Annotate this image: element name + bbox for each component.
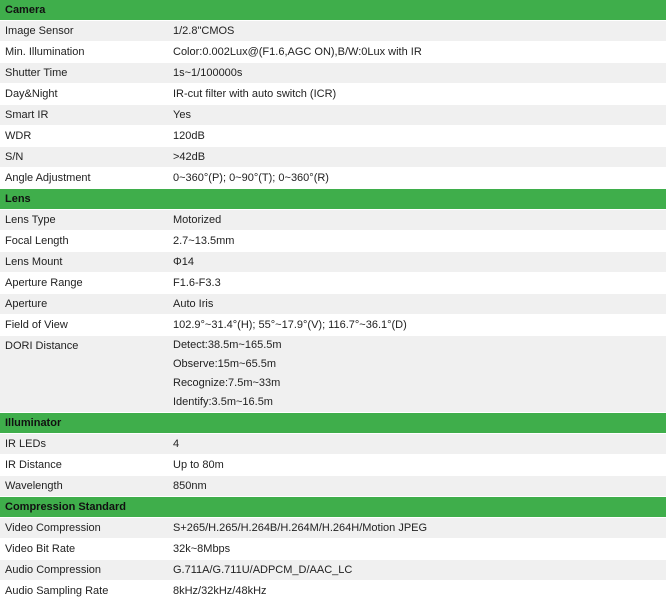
spec-label: S/N (0, 146, 168, 168)
spec-value: 1s~1/100000s (168, 62, 666, 84)
spec-label: Video Compression (0, 517, 168, 539)
spec-label: Lens Mount (0, 251, 168, 273)
spec-row: Smart IR Yes (0, 104, 666, 126)
spec-value: 8kHz/32kHz/48kHz (168, 580, 666, 602)
section-title: Lens (0, 188, 666, 210)
spec-row: Focal Length 2.7~13.5mm (0, 230, 666, 252)
spec-row: Video Bit Rate 32k~8Mbps (0, 538, 666, 560)
spec-row: Image Sensor 1/2.8"CMOS (0, 20, 666, 42)
spec-label: Focal Length (0, 230, 168, 252)
spec-value: Up to 80m (168, 454, 666, 476)
spec-row: Day&Night IR-cut filter with auto switch … (0, 83, 666, 105)
spec-value: 120dB (168, 125, 666, 147)
spec-row: Lens Type Motorized (0, 209, 666, 231)
spec-value: Color:0.002Lux@(F1.6,AGC ON),B/W:0Lux wi… (168, 41, 666, 63)
spec-row: WDR 120dB (0, 125, 666, 147)
spec-value-line: Observe:15m~65.5m (173, 358, 277, 370)
spec-value: Motorized (168, 209, 666, 231)
spec-label: IR LEDs (0, 433, 168, 455)
spec-value: Φ14 (168, 251, 666, 273)
spec-value: 2.7~13.5mm (168, 230, 666, 252)
section-header-compression-standard: Compression Standard (0, 496, 666, 518)
section-header-lens: Lens (0, 188, 666, 210)
spec-value: 850nm (168, 475, 666, 497)
spec-row: Aperture Auto Iris (0, 293, 666, 315)
spec-row: Video Compression S+265/H.265/H.264B/H.26… (0, 517, 666, 539)
spec-row: IR LEDs 4 (0, 433, 666, 455)
spec-value-line: Detect:38.5m~165.5m (173, 339, 282, 351)
spec-value: F1.6-F3.3 (168, 272, 666, 294)
spec-label: IR Distance (0, 454, 168, 476)
spec-label: Angle Adjustment (0, 167, 168, 189)
spec-value: S+265/H.265/H.264B/H.264M/H.264H/Motion … (168, 517, 666, 539)
spec-label: Shutter Time (0, 62, 168, 84)
spec-value: 32k~8Mbps (168, 538, 666, 560)
spec-label: WDR (0, 125, 168, 147)
spec-row: S/N >42dB (0, 146, 666, 168)
spec-label: Field of View (0, 314, 168, 336)
spec-value-line: Recognize:7.5m~33m (173, 377, 281, 389)
spec-value: 0~360°(P); 0~90°(T); 0~360°(R) (168, 167, 666, 189)
spec-value: 102.9°~31.4°(H); 55°~17.9°(V); 116.7°~36… (168, 314, 666, 336)
spec-label: Smart IR (0, 104, 168, 126)
spec-label: Aperture Range (0, 272, 168, 294)
spec-label: Image Sensor (0, 20, 168, 42)
spec-row: IR Distance Up to 80m (0, 454, 666, 476)
spec-label: Audio Compression (0, 559, 168, 581)
spec-label: Video Bit Rate (0, 538, 168, 560)
spec-table: Camera Image Sensor 1/2.8"CMOS Min. Illumin… (0, 0, 666, 602)
spec-label: Lens Type (0, 209, 168, 231)
section-header-camera: Camera (0, 0, 666, 21)
spec-label: Day&Night (0, 83, 168, 105)
spec-value: 1/2.8"CMOS (168, 20, 666, 42)
spec-value: IR-cut filter with auto switch (ICR) (168, 83, 666, 105)
spec-row: Audio Compression G.711A/G.711U/ADPCM_D/A… (0, 559, 666, 581)
spec-row: Shutter Time 1s~1/100000s (0, 62, 666, 84)
spec-label: Wavelength (0, 475, 168, 497)
spec-row: Wavelength 850nm (0, 475, 666, 497)
spec-row: DORI Distance Detect:38.5m~165.5m Observe:… (0, 335, 666, 413)
spec-row: Lens Mount Φ14 (0, 251, 666, 273)
spec-label: Min. Illumination (0, 41, 168, 63)
spec-value-line: Identify:3.5m~16.5m (173, 396, 273, 408)
spec-row: Angle Adjustment 0~360°(P); 0~90°(T); 0~3… (0, 167, 666, 189)
spec-row: Min. Illumination Color:0.002Lux@(F1.6,AG… (0, 41, 666, 63)
section-title: Camera (0, 0, 666, 21)
spec-row: Audio Sampling Rate 8kHz/32kHz/48kHz (0, 580, 666, 602)
spec-label: DORI Distance (0, 335, 168, 413)
spec-value: G.711A/G.711U/ADPCM_D/AAC_LC (168, 559, 666, 581)
spec-value: Auto Iris (168, 293, 666, 315)
spec-row: Field of View 102.9°~31.4°(H); 55°~17.9°(… (0, 314, 666, 336)
section-title: Compression Standard (0, 496, 666, 518)
spec-value: >42dB (168, 146, 666, 168)
spec-label: Audio Sampling Rate (0, 580, 168, 602)
section-title: Illuminator (0, 412, 666, 434)
spec-label: Aperture (0, 293, 168, 315)
spec-value: 4 (168, 433, 666, 455)
section-header-illuminator: Illuminator (0, 412, 666, 434)
spec-value: Detect:38.5m~165.5m Observe:15m~65.5m Reco… (168, 335, 666, 413)
spec-value: Yes (168, 104, 666, 126)
spec-row: Aperture Range F1.6-F3.3 (0, 272, 666, 294)
